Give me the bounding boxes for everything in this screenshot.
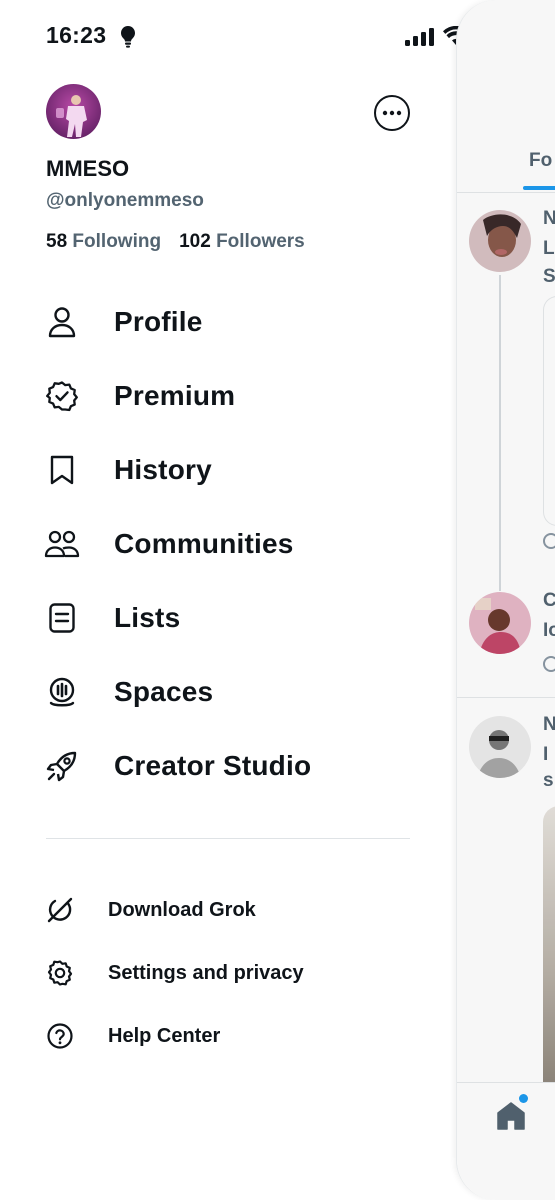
profile-avatar[interactable] — [46, 84, 101, 139]
menu-label: Download Grok — [108, 898, 256, 921]
menu-item-help-center[interactable]: Help Center — [0, 1012, 455, 1060]
display-name[interactable]: MMESO — [46, 156, 129, 182]
bookmark-icon — [44, 452, 80, 488]
menu-label: Spaces — [114, 676, 214, 707]
following-label: Following — [72, 231, 162, 252]
rocket-icon — [44, 748, 80, 784]
following-count: 58 — [46, 231, 68, 252]
menu-item-profile[interactable]: Profile — [0, 292, 455, 352]
microphone-icon — [44, 674, 80, 710]
menu-label: Help Center — [108, 1024, 221, 1047]
person-icon — [44, 304, 80, 340]
grok-icon — [44, 894, 76, 926]
menu-label: Creator Studio — [114, 750, 312, 781]
followers-label: Followers — [216, 231, 305, 252]
menu-label: Communities — [114, 528, 294, 559]
menu-label: Profile — [114, 306, 203, 337]
menu-label: Settings and privacy — [108, 961, 304, 984]
more-dots-icon — [382, 110, 402, 116]
menu-item-communities[interactable]: Communities — [0, 514, 455, 574]
menu-divider — [46, 838, 410, 839]
menu-item-lists[interactable]: Lists — [0, 588, 455, 648]
menu-label: Premium — [114, 380, 236, 411]
menu-item-history[interactable]: History — [0, 440, 455, 500]
menu-label: History — [114, 454, 212, 485]
menu-item-spaces[interactable]: Spaces — [0, 662, 455, 722]
side-drawer: MMESO @onlyonemmeso 58 Following 102 Fol… — [0, 0, 455, 1200]
more-options-button[interactable] — [374, 95, 410, 131]
menu-item-settings-privacy[interactable]: Settings and privacy — [0, 949, 455, 997]
followers-link[interactable]: 102 Followers — [179, 231, 305, 253]
menu-label: Lists — [114, 602, 181, 633]
user-handle: @onlyonemmeso — [46, 190, 204, 211]
help-icon — [44, 1020, 76, 1052]
list-icon — [44, 600, 80, 636]
followers-count: 102 — [179, 231, 211, 252]
home-timeline-panel[interactable]: Fo N L S C Io N I s — [456, 0, 555, 1200]
menu-item-creator-studio[interactable]: Creator Studio — [0, 736, 455, 796]
verified-badge-icon — [44, 378, 80, 414]
following-link[interactable]: 58 Following — [46, 231, 161, 253]
menu-item-download-grok[interactable]: Download Grok — [0, 886, 455, 934]
gear-icon — [44, 957, 76, 989]
drawer-overlay-shade[interactable] — [457, 0, 555, 1200]
follow-counts: 58 Following 102 Followers — [46, 231, 305, 253]
menu-item-premium[interactable]: Premium — [0, 366, 455, 426]
people-icon — [44, 526, 80, 562]
